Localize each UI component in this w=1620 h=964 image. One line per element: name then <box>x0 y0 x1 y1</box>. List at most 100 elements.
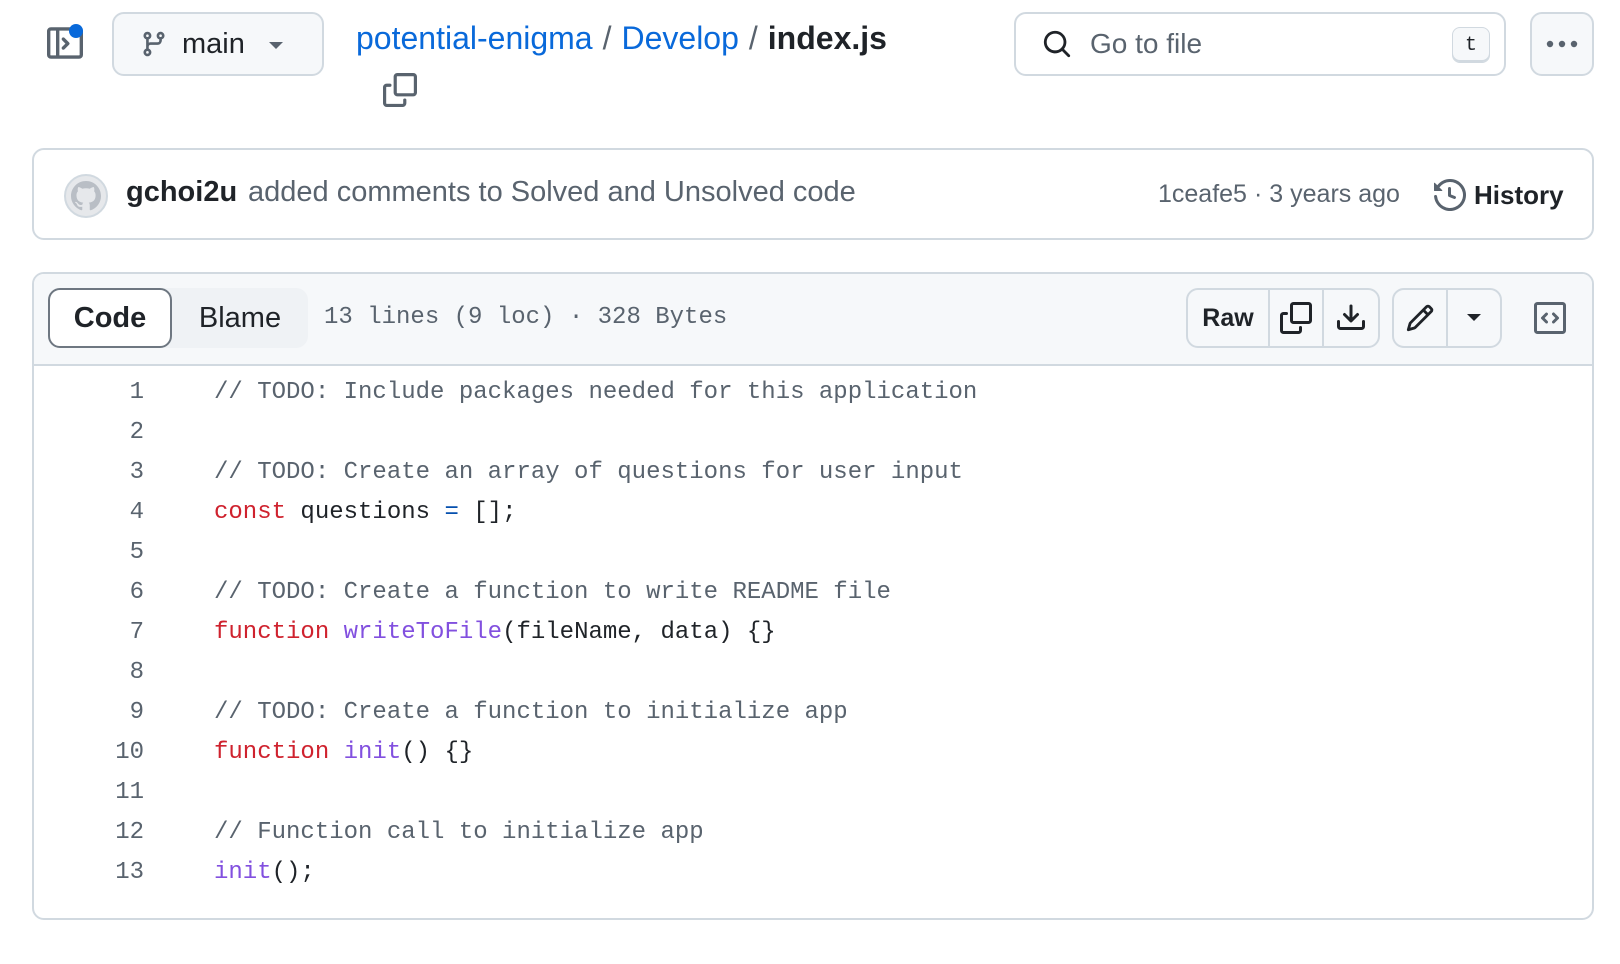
code-line: 6 // TODO: Create a function to write REA… <box>34 572 1592 612</box>
line-number[interactable]: 9 <box>34 699 144 726</box>
breadcrumb-folder-link[interactable]: Develop <box>621 20 738 57</box>
go-to-file-search[interactable]: t <box>1014 12 1506 76</box>
more-options-button[interactable] <box>1530 12 1594 76</box>
meta-separator: · <box>1253 180 1263 208</box>
line-content: // TODO: Create a function to write READ… <box>214 579 891 606</box>
file-viewer: Code Blame 13 lines (9 loc) · 328 Bytes … <box>32 272 1594 920</box>
line-content: function writeToFile(fileName, data) {} <box>214 619 776 646</box>
search-icon <box>1042 29 1072 59</box>
line-number[interactable]: 5 <box>34 539 144 566</box>
breadcrumb-separator: / <box>748 19 758 56</box>
copy-icon <box>383 73 417 107</box>
code-line: 9 // TODO: Create a function to initializ… <box>34 692 1592 732</box>
line-number[interactable]: 4 <box>34 499 144 526</box>
code-token-keyword: const <box>214 498 287 526</box>
code-listing[interactable]: 1 // TODO: Include packages needed for th… <box>34 366 1592 892</box>
line-content: // Function call to initialize app <box>214 819 704 846</box>
history-icon <box>1434 179 1466 211</box>
chevron-down-icon <box>1465 312 1483 324</box>
history-label: History <box>1474 179 1564 210</box>
code-token-func: writeToFile <box>343 618 503 646</box>
line-content: // TODO: Create a function to initialize… <box>214 699 848 726</box>
edit-actions-group <box>1392 288 1502 348</box>
code-token-keyword: function <box>214 738 330 766</box>
breadcrumb-separator: / <box>602 19 612 56</box>
breadcrumb-repo-link[interactable]: potential-enigma <box>356 20 593 57</box>
sidebar-toggle-button[interactable] <box>44 22 86 64</box>
line-number[interactable]: 13 <box>34 859 144 886</box>
code-line: 8 <box>34 652 1592 692</box>
code-token-op: = <box>444 498 459 526</box>
code-line: 10 function init() {} <box>34 732 1592 772</box>
code-token-comment: // TODO: Create an array of questions fo… <box>214 458 963 486</box>
code-token-func: init <box>343 738 402 766</box>
line-number[interactable]: 3 <box>34 459 144 486</box>
file-info: 13 lines (9 loc) · 328 Bytes <box>324 304 728 331</box>
code-line: 5 <box>34 532 1592 572</box>
download-icon <box>1335 302 1367 334</box>
line-number[interactable]: 12 <box>34 819 144 846</box>
code-token-func: init <box>214 858 272 886</box>
raw-button[interactable]: Raw <box>1188 290 1270 346</box>
code-token-keyword: function <box>214 618 330 646</box>
commit-time: 3 years ago <box>1269 180 1400 208</box>
line-content: init(); <box>214 859 315 886</box>
commit-author-link[interactable]: gchoi2u <box>126 176 237 209</box>
avatar[interactable] <box>64 174 108 218</box>
branch-selector-button[interactable]: main <box>112 12 324 76</box>
line-number[interactable]: 11 <box>34 779 144 806</box>
code-token-plain: []; <box>458 498 517 526</box>
history-button[interactable]: History <box>1434 172 1564 218</box>
edit-options-dropdown[interactable] <box>1448 290 1500 346</box>
code-token-comment: // Function call to initialize app <box>214 818 704 846</box>
code-line: 7 function writeToFile(fileName, data) {} <box>34 612 1592 652</box>
tab-code[interactable]: Code <box>48 288 172 348</box>
code-square-icon <box>1534 302 1566 334</box>
code-token-comment: // TODO: Include packages needed for thi… <box>214 378 978 406</box>
line-number[interactable]: 2 <box>34 419 144 446</box>
code-token-plain: questions <box>286 498 445 526</box>
code-line: 1 // TODO: Include packages needed for th… <box>34 372 1592 412</box>
line-content: // TODO: Include packages needed for thi… <box>214 379 977 406</box>
git-branch-icon <box>140 30 168 58</box>
code-token-comment: // TODO: Create a function to write READ… <box>214 578 891 606</box>
chevron-down-icon <box>267 40 285 52</box>
code-token-plain: (); <box>271 858 315 886</box>
edit-file-button[interactable] <box>1394 290 1448 346</box>
kebab-horizontal-icon <box>1545 39 1579 49</box>
raw-actions-group: Raw <box>1186 288 1380 348</box>
line-number[interactable]: 10 <box>34 739 144 766</box>
latest-commit-box: gchoi2u added comments to Solved and Uns… <box>32 148 1594 240</box>
commit-meta: 1ceafe5 · 3 years ago <box>1158 180 1400 209</box>
line-content: // TODO: Create an array of questions fo… <box>214 459 963 486</box>
commit-message-link[interactable]: added comments to Solved and Unsolved co… <box>248 176 856 209</box>
tab-blame[interactable]: Blame <box>172 288 308 348</box>
line-number[interactable]: 7 <box>34 619 144 646</box>
copy-path-button[interactable] <box>378 68 422 112</box>
code-token-plain: () {} <box>401 738 474 766</box>
code-token-plain: (fileName, data) {} <box>502 618 776 646</box>
line-content: const questions = []; <box>214 499 516 526</box>
go-to-file-input[interactable] <box>1090 28 1430 60</box>
breadcrumb-current-file: index.js <box>767 19 887 56</box>
notification-dot <box>69 24 83 38</box>
copy-raw-button[interactable] <box>1270 290 1324 346</box>
code-line: 11 <box>34 772 1592 812</box>
line-number[interactable]: 8 <box>34 659 144 686</box>
github-avatar-icon <box>71 181 101 211</box>
file-header: Code Blame 13 lines (9 loc) · 328 Bytes … <box>34 274 1592 366</box>
line-number[interactable]: 6 <box>34 579 144 606</box>
line-number[interactable]: 1 <box>34 379 144 406</box>
symbols-panel-button[interactable] <box>1524 292 1576 344</box>
keyboard-shortcut-hint: t <box>1452 27 1490 63</box>
code-line: 4 const questions = []; <box>34 492 1592 532</box>
pencil-icon <box>1405 303 1435 333</box>
download-button[interactable] <box>1324 290 1378 346</box>
code-token-comment: // TODO: Create a function to initialize… <box>214 698 848 726</box>
code-line: 2 <box>34 412 1592 452</box>
copy-icon <box>1280 302 1312 334</box>
code-line: 3 // TODO: Create an array of questions f… <box>34 452 1592 492</box>
commit-sha-link[interactable]: 1ceafe5 <box>1158 180 1247 209</box>
